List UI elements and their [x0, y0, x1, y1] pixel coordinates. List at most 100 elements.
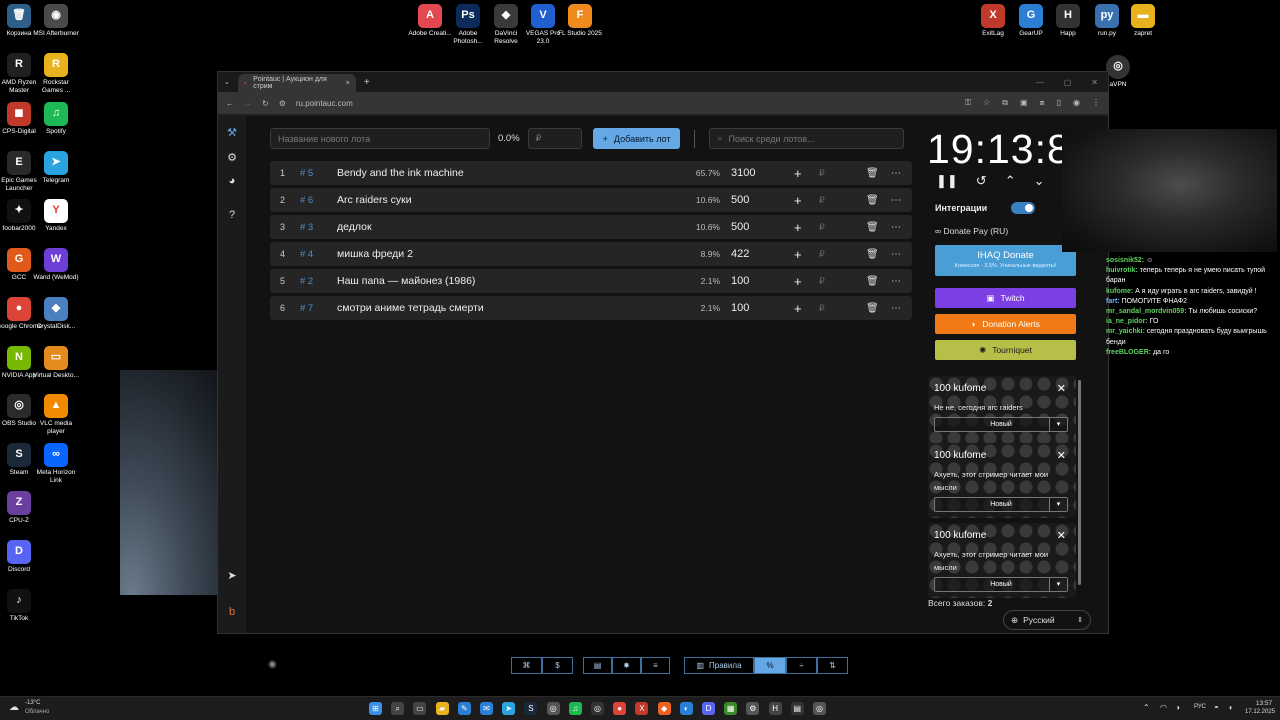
- desktop-icon[interactable]: R Rockstar Games ...: [33, 53, 79, 94]
- more-icon[interactable]: ⋯: [891, 276, 901, 287]
- help-icon[interactable]: ?: [225, 209, 239, 223]
- input-language[interactable]: РУС: [1194, 704, 1206, 710]
- telegram-icon[interactable]: ➤: [502, 702, 516, 715]
- ihaq-donate-button[interactable]: IHAQ Donate Комиссия - 3,5%. Уникальные …: [935, 245, 1076, 276]
- bookmark-star-icon[interactable]: ☆: [983, 98, 990, 108]
- lot-amount[interactable]: 422: [731, 248, 749, 260]
- back-icon[interactable]: ←: [226, 99, 234, 108]
- delete-icon[interactable]: 🗑: [866, 195, 879, 206]
- chat-username[interactable]: huivrotik:: [1106, 267, 1138, 274]
- chatgpt-icon[interactable]: ◎: [546, 702, 560, 715]
- more-icon[interactable]: ⋯: [891, 195, 901, 206]
- desktop-icon[interactable]: ♪ TikTok: [0, 589, 42, 623]
- sort-arrows-icon[interactable]: ⇅: [817, 657, 848, 674]
- brave-icon[interactable]: ◆: [657, 702, 671, 715]
- mail-icon[interactable]: ✉: [480, 702, 493, 715]
- key-icon[interactable]: ⚿: [965, 98, 971, 108]
- add-amount-icon[interactable]: +: [794, 301, 802, 316]
- add-amount-icon[interactable]: +: [794, 220, 802, 235]
- bug-icon[interactable]: ✸: [612, 657, 641, 674]
- settings-gear-icon[interactable]: ⚙: [225, 151, 239, 165]
- twitch-button[interactable]: ▣ Twitch: [935, 288, 1076, 308]
- amount-input[interactable]: ₽: [819, 249, 825, 260]
- tray-chevron-icon[interactable]: ⌃: [1143, 703, 1150, 712]
- delete-icon[interactable]: 🗑: [866, 222, 879, 233]
- lot-name[interactable]: Bendy and the ink machine: [337, 167, 464, 179]
- lot-amount[interactable]: 3100: [731, 167, 755, 179]
- tab-menu-icon[interactable]: ⌄: [224, 78, 230, 86]
- search-input[interactable]: ⌕ Поиск среди лотов...: [709, 128, 905, 149]
- desktop-icon[interactable]: W Wand (WeMod): [33, 248, 79, 282]
- tab-close-icon[interactable]: ×: [346, 80, 350, 87]
- terminal-icon[interactable]: ▤: [790, 702, 804, 715]
- forward-icon[interactable]: →: [244, 99, 252, 108]
- rules-button[interactable]: ▥ Правила: [684, 657, 754, 674]
- eye-icon[interactable]: ◉: [268, 659, 277, 670]
- edge-icon[interactable]: ◐: [679, 702, 693, 715]
- status-select[interactable]: Новый ▾: [934, 577, 1068, 592]
- cards-scrollbar[interactable]: [1078, 380, 1081, 585]
- notepad-icon[interactable]: ✎: [457, 702, 471, 715]
- steam-icon[interactable]: S: [524, 702, 538, 715]
- wifi-icon[interactable]: ◓: [1214, 703, 1219, 712]
- chat-username[interactable]: freeBLOGER:: [1106, 349, 1151, 356]
- donation-alerts-button[interactable]: ◗ Donation Alerts: [935, 314, 1076, 334]
- amount-input[interactable]: ₽: [819, 222, 825, 233]
- amount-input[interactable]: ₽: [819, 276, 825, 287]
- clock-time[interactable]: 13:57: [1252, 700, 1276, 707]
- delete-icon[interactable]: 🗑: [866, 168, 879, 179]
- integrations-toggle[interactable]: [1011, 202, 1036, 214]
- profile-icon[interactable]: ◉: [1073, 98, 1080, 108]
- lot-amount[interactable]: 100: [731, 302, 749, 314]
- obs-icon[interactable]: ◎: [591, 702, 604, 715]
- delete-icon[interactable]: 🗑: [866, 303, 879, 314]
- task-view-icon[interactable]: ▭: [413, 702, 427, 715]
- save-icon[interactable]: ▤: [583, 657, 612, 674]
- desktop-icon[interactable]: ➤ Telegram: [33, 151, 79, 185]
- network-icon[interactable]: ◠: [1160, 703, 1167, 712]
- lot-number-link[interactable]: # 3: [300, 222, 313, 233]
- desktop-icon[interactable]: F FL Studio 2025: [557, 4, 603, 38]
- add-amount-icon[interactable]: +: [794, 166, 802, 181]
- auction-hammer-icon[interactable]: ⚒: [225, 126, 239, 140]
- chat-username[interactable]: kufome:: [1106, 288, 1133, 295]
- desktop-icon[interactable]: Y Yandex: [33, 199, 79, 233]
- more-icon[interactable]: ⋯: [891, 249, 901, 260]
- chrome-icon[interactable]: ●: [613, 702, 627, 715]
- puzzle-icon[interactable]: ⧈: [1040, 98, 1045, 108]
- lot-number-link[interactable]: # 4: [300, 249, 313, 260]
- lot-amount[interactable]: 500: [731, 194, 749, 206]
- more-icon[interactable]: ⋯: [891, 303, 901, 314]
- url-field[interactable]: ru.pointauc.com: [296, 99, 353, 108]
- pause-icon[interactable]: ❚❚: [936, 173, 958, 189]
- lot-name[interactable]: дедлок: [337, 221, 372, 233]
- add-amount-icon[interactable]: +: [794, 274, 802, 289]
- lot-number-link[interactable]: # 7: [300, 303, 313, 314]
- desktop-icon[interactable]: ♫ Spotify: [33, 102, 79, 136]
- status-select[interactable]: Новый ▾: [934, 417, 1068, 432]
- close-window-icon[interactable]: ✕: [1091, 78, 1098, 87]
- desktop-icon[interactable]: ▲ VLC media player: [33, 394, 79, 435]
- boosty-icon[interactable]: b: [225, 606, 239, 620]
- minimize-icon[interactable]: —: [1036, 78, 1044, 87]
- desktop-icon[interactable]: ▭ Virtual Deskto...: [33, 346, 79, 380]
- lot-name-input[interactable]: Название нового лота: [270, 128, 490, 149]
- add-lot-button[interactable]: + Добавить лот: [592, 128, 681, 149]
- lot-number-link[interactable]: # 6: [300, 195, 313, 206]
- chat-username[interactable]: mr_sandal_mordvin059:: [1106, 308, 1187, 315]
- github-icon[interactable]: ⌘: [511, 657, 542, 674]
- delete-icon[interactable]: 🗑: [866, 276, 879, 287]
- tab-pointauc[interactable]: ◐ Pointauc | Аукцион для стрим ×: [237, 74, 356, 92]
- chevron-up-icon[interactable]: ⌃: [1005, 173, 1016, 189]
- tourniquet-button[interactable]: ✺ Tourniquet: [935, 340, 1076, 360]
- more-icon[interactable]: ⋯: [891, 222, 901, 233]
- lot-number-link[interactable]: # 5: [300, 168, 313, 179]
- lot-amount[interactable]: 500: [731, 221, 749, 233]
- lot-name[interactable]: мишка фреди 2: [337, 248, 413, 260]
- start-icon[interactable]: ⊞: [369, 702, 382, 715]
- minecraft-icon[interactable]: ▦: [724, 702, 738, 715]
- vpn-icon[interactable]: ◎: [813, 702, 826, 715]
- reset-icon[interactable]: ↺: [976, 173, 987, 189]
- lot-name[interactable]: Arc raiders суки: [337, 194, 412, 206]
- percent-mode-icon[interactable]: %: [754, 657, 786, 674]
